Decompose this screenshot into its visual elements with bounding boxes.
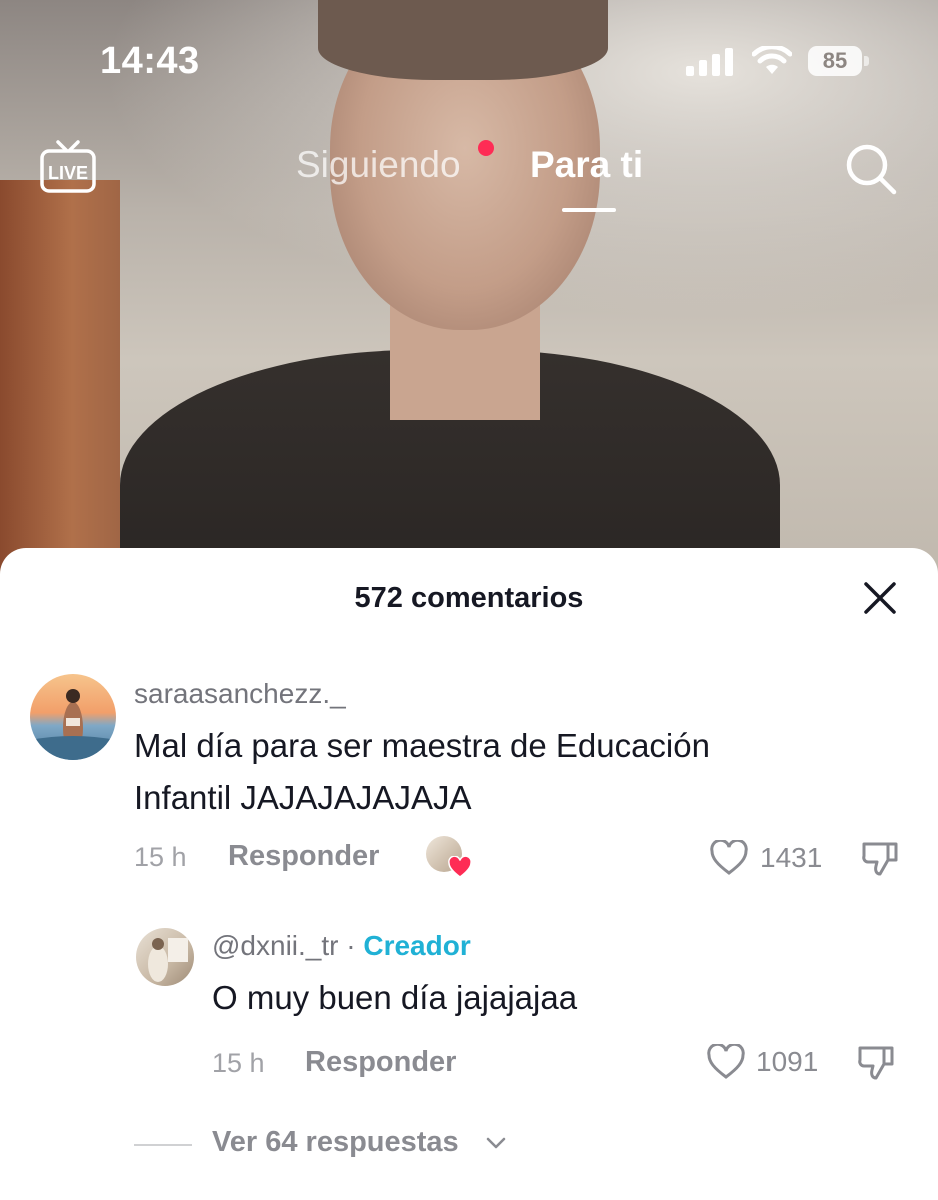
live-icon-label: LIVE <box>48 163 88 183</box>
search-icon[interactable] <box>844 142 898 196</box>
comment-item: saraasanchezz._ Mal día para ser maestra… <box>0 672 938 878</box>
comment-time: 15 h <box>134 842 187 872</box>
like-icon[interactable] <box>706 1044 746 1080</box>
view-replies-button[interactable]: Ver 64 respuestas <box>212 1126 459 1159</box>
cellular-signal-icon <box>686 48 733 76</box>
avatar-photo <box>148 938 188 982</box>
like-count: 1091 <box>756 1046 819 1077</box>
avatar[interactable] <box>30 674 116 760</box>
live-icon[interactable]: LIVE <box>38 138 98 198</box>
comments-count-title: 572 comentarios <box>354 582 584 614</box>
comments-sheet: 572 comentarios saraasanchezz._ Mal día … <box>0 548 938 1200</box>
reply-button[interactable]: Responder <box>305 1046 456 1079</box>
replies-divider <box>134 1144 192 1146</box>
chevron-down-icon[interactable] <box>484 1134 508 1154</box>
top-navigation: LIVE Siguiendo Para ti <box>0 130 938 220</box>
like-icon[interactable] <box>709 840 749 876</box>
comment-text-line-2: Infantil JAJAJAJAJAJA <box>134 779 472 816</box>
battery-tip <box>864 56 869 66</box>
reply-button[interactable]: Responder <box>228 840 379 873</box>
battery-icon: 85 <box>808 46 870 76</box>
dislike-icon[interactable] <box>860 838 900 878</box>
reply-username-row: @dxnii._tr · Creador <box>212 930 471 962</box>
video-wall <box>0 180 120 600</box>
reply-username[interactable]: @dxnii._tr <box>212 930 338 961</box>
reply-item: @dxnii._tr · Creador O muy buen día jaja… <box>0 926 938 1106</box>
notification-dot <box>478 140 494 156</box>
comment-username[interactable]: saraasanchezz._ <box>134 678 346 710</box>
reply-text: O muy buen día jajajajaa <box>212 979 578 1016</box>
battery-level: 85 <box>822 48 848 73</box>
dislike-icon[interactable] <box>856 1042 896 1082</box>
active-tab-indicator <box>562 208 616 212</box>
avatar-photo <box>30 689 116 760</box>
comment-text-line-1: Mal día para ser maestra de Educación <box>134 727 710 764</box>
tab-following[interactable]: Siguiendo <box>296 144 461 186</box>
reply-time: 15 h <box>212 1048 265 1078</box>
creator-liked-indicator <box>426 836 472 880</box>
heart-icon <box>448 856 472 878</box>
like-count: 1431 <box>760 842 823 873</box>
status-bar: 14:43 85 <box>0 40 938 90</box>
close-icon[interactable] <box>862 580 898 616</box>
wifi-icon <box>752 46 792 74</box>
video-background[interactable] <box>0 0 938 600</box>
status-time: 14:43 <box>100 40 200 82</box>
avatar[interactable] <box>136 928 194 986</box>
separator-dot: · <box>346 930 356 961</box>
creator-badge: Creador <box>363 930 471 961</box>
tab-for-you[interactable]: Para ti <box>530 144 643 186</box>
